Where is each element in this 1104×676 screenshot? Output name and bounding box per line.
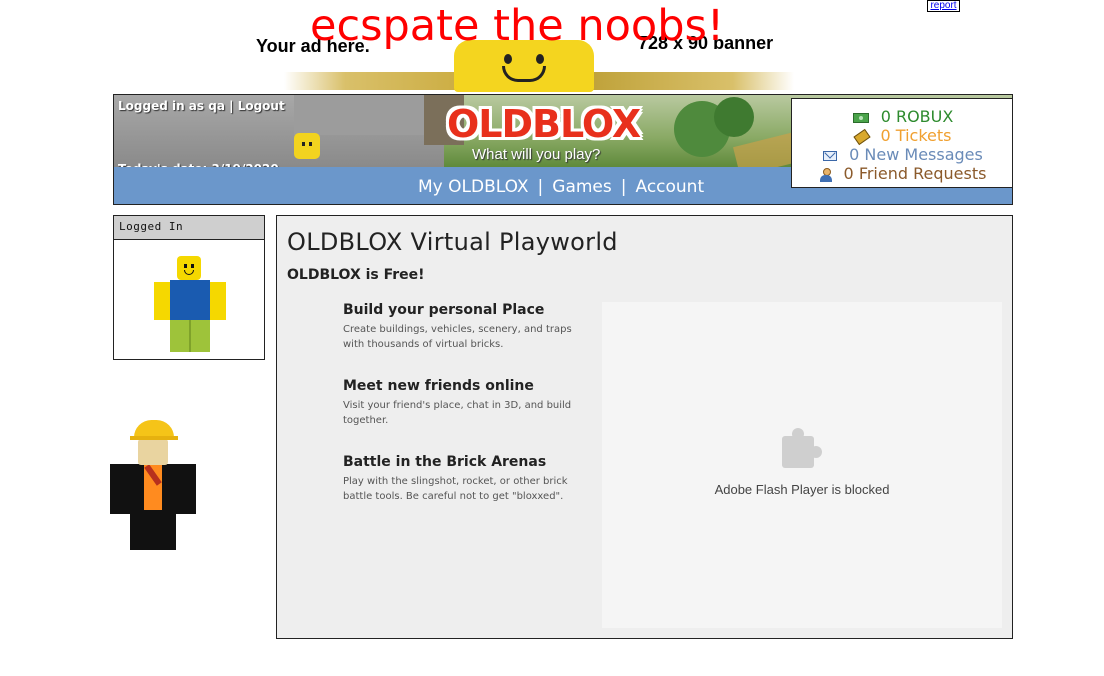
feature-title: Meet new friends online <box>343 378 534 394</box>
oldblox-logo[interactable]: OLDBLOX <box>447 102 641 146</box>
feature-friends: Meet new friends online Visit your frien… <box>343 378 583 428</box>
logout-link[interactable]: Logout <box>238 99 285 113</box>
feature-description: Create buildings, vehicles, scenery, and… <box>343 324 572 350</box>
feature-build: Build your personal Place Create buildin… <box>343 302 583 352</box>
login-separator: | <box>229 99 234 113</box>
messages-stat[interactable]: 0 New Messages <box>792 145 1012 164</box>
nav-games[interactable]: Games <box>552 177 611 197</box>
logged-in-panel-title: Logged In <box>114 216 264 240</box>
friend-requests-count: 0 Friend Requests <box>843 164 987 183</box>
avatar-left-arm <box>154 282 170 320</box>
mail-icon <box>823 150 838 161</box>
logged-in-panel: Logged In <box>113 215 265 360</box>
main-content: OLDBLOX Virtual Playworld OLDBLOX is Fre… <box>276 215 1013 639</box>
feature-title: Build your personal Place <box>343 302 545 318</box>
avatar-torso <box>170 280 210 320</box>
avatar[interactable] <box>152 256 232 352</box>
report-link[interactable]: report <box>927 0 960 12</box>
login-status: Logged in as qa | Logout <box>118 99 285 113</box>
money-icon <box>852 112 869 123</box>
tagline: What will you play? <box>472 146 601 163</box>
builder-character-image <box>108 420 208 552</box>
page-subtitle: OLDBLOX is Free! <box>287 267 425 283</box>
avatar-head <box>177 256 201 280</box>
hard-hat-icon <box>130 420 178 440</box>
ad-banner[interactable]: Your ad here. 728 x 90 banner ecspate th… <box>254 0 794 92</box>
puzzle-icon <box>782 428 824 470</box>
feature-description: Play with the slingshot, rocket, or othe… <box>343 476 568 502</box>
currency-stats-box: 0 ROBUX 0 Tickets 0 New Messages 0 Frien… <box>791 98 1012 188</box>
friend-requests-stat[interactable]: 0 Friend Requests <box>792 164 1012 183</box>
nav-separator: | <box>620 177 627 197</box>
feature-title: Battle in the Brick Arenas <box>343 454 547 470</box>
feature-description: Visit your friend's place, chat in 3D, a… <box>343 400 572 426</box>
ticket-icon <box>852 128 871 145</box>
nav-separator: | <box>537 177 544 197</box>
feature-battle: Battle in the Brick Arenas Play with the… <box>343 454 583 504</box>
flash-player-placeholder[interactable]: Adobe Flash Player is blocked <box>602 302 1002 628</box>
page-title: OLDBLOX Virtual Playworld <box>287 228 618 256</box>
flash-blocked-text: Adobe Flash Player is blocked <box>714 482 890 497</box>
tickets-count: 0 Tickets <box>880 126 952 145</box>
person-icon <box>819 167 832 182</box>
robux-count: 0 ROBUX <box>880 107 954 126</box>
avatar-legs <box>170 320 210 352</box>
avatar-right-arm <box>210 282 226 320</box>
main-nav: My OLDBLOX | Games | Account <box>418 177 704 197</box>
nav-my-oldblox[interactable]: My OLDBLOX <box>418 177 529 197</box>
logged-in-as-text: Logged in as qa <box>118 99 225 113</box>
ad-overlay-text: ecspate the noobs! <box>310 1 725 51</box>
site-header: Logged in as qa | Logout OLDBLOX What wi… <box>113 94 1013 205</box>
robux-stat[interactable]: 0 ROBUX <box>792 107 1012 126</box>
tickets-stat[interactable]: 0 Tickets <box>792 126 1012 145</box>
nav-account[interactable]: Account <box>635 177 704 197</box>
messages-count: 0 New Messages <box>849 145 983 164</box>
